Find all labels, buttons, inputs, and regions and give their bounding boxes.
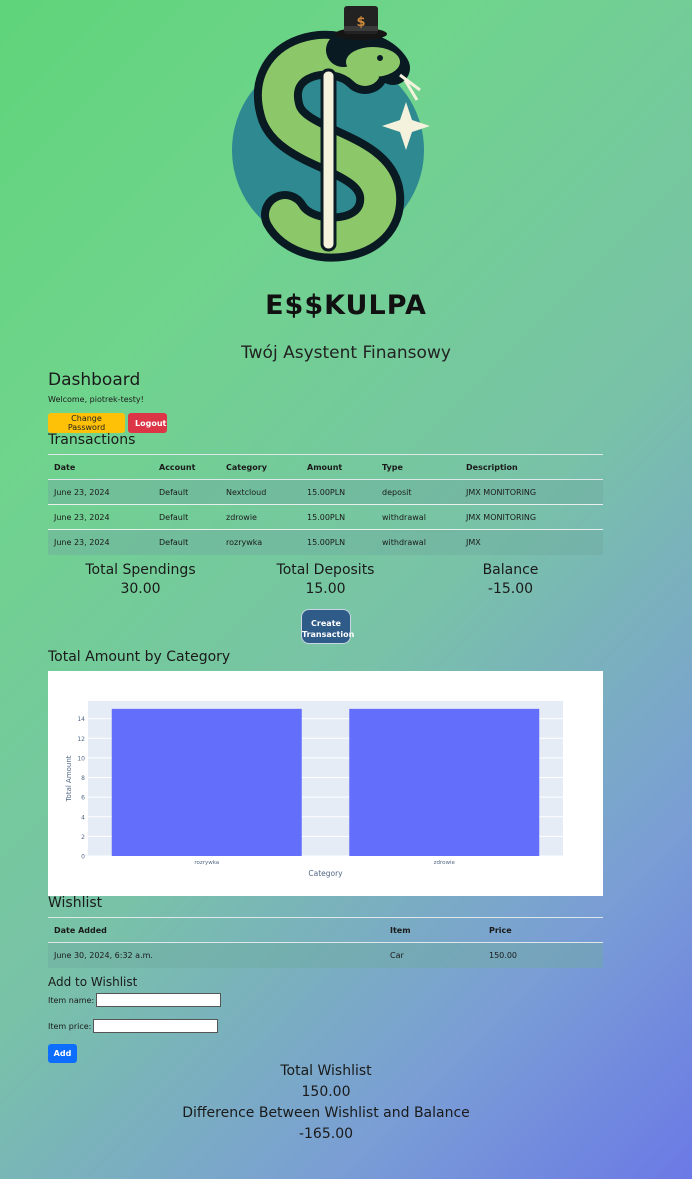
stat-value: 15.00 bbox=[305, 581, 346, 597]
bar-zdrowie bbox=[349, 708, 540, 856]
table-header-row: Date Added Item Price bbox=[48, 917, 603, 943]
transactions-title: Transactions bbox=[48, 432, 136, 448]
table-cell: deposit bbox=[376, 479, 460, 505]
wishlist-table: Date Added Item Price June 30, 2024, 6:3… bbox=[48, 917, 603, 968]
stat-label: Total Spendings bbox=[85, 562, 196, 578]
total-deposits: Total Deposits 15.00 bbox=[233, 561, 418, 599]
y-tick-label: 2 bbox=[81, 834, 85, 841]
svg-text:$: $ bbox=[356, 15, 365, 30]
column-header: Date bbox=[48, 454, 153, 480]
table-cell: 15.00PLN bbox=[301, 479, 376, 505]
difference-label: Difference Between Wishlist and Balance bbox=[182, 1105, 470, 1121]
y-tick-label: 6 bbox=[81, 795, 85, 802]
dashboard-title: Dashboard bbox=[48, 370, 141, 390]
table-cell: June 23, 2024 bbox=[48, 479, 153, 505]
y-tick-label: 10 bbox=[77, 755, 85, 762]
item-name-label: Item name: bbox=[48, 995, 95, 1005]
x-tick-label: rozrywka bbox=[194, 860, 219, 866]
snake-dollar-logo-icon: $ bbox=[232, 6, 430, 262]
total-spendings: Total Spendings 30.00 bbox=[48, 561, 233, 599]
table-cell: Default bbox=[153, 504, 220, 530]
brand-name: E$$KULPA bbox=[265, 290, 427, 321]
table-cell: JMX MONITORING bbox=[460, 479, 603, 505]
column-header: Description bbox=[460, 454, 603, 480]
item-price-row: Item price: bbox=[48, 1019, 603, 1033]
change-password-button[interactable]: Change Password bbox=[48, 413, 125, 433]
stat-label: Balance bbox=[482, 562, 539, 578]
table-cell: Car bbox=[384, 942, 483, 968]
table-cell: zdrowie bbox=[220, 504, 301, 530]
balance: Balance -15.00 bbox=[418, 561, 603, 599]
column-header: Type bbox=[376, 454, 460, 480]
table-row: June 23, 2024 Default rozrywka 15.00PLN … bbox=[48, 529, 603, 555]
y-tick-label: 14 bbox=[77, 716, 85, 723]
stat-value: -15.00 bbox=[487, 581, 534, 597]
stat-value: 30.00 bbox=[120, 581, 161, 597]
create-button-line1: Create bbox=[311, 619, 341, 628]
account-buttons: Change Password Logout bbox=[48, 413, 603, 433]
table-cell: JMX MONITORING bbox=[460, 504, 603, 530]
transactions-table: Date Account Category Amount Type Descri… bbox=[48, 454, 603, 555]
y-tick-label: 0 bbox=[81, 854, 85, 861]
table-cell: JMX bbox=[460, 529, 603, 555]
table-cell: withdrawal bbox=[376, 504, 460, 530]
bar-rozrywka bbox=[111, 708, 302, 856]
table-cell: June 30, 2024, 6:32 a.m. bbox=[48, 942, 384, 968]
bar-chart: 0 2 4 6 8 10 12 14 rozrywka zdrowie Category Total … bbox=[65, 701, 563, 878]
summary-stats: Total Spendings 30.00 Total Deposits 15.… bbox=[48, 561, 603, 599]
item-price-label: Item price: bbox=[48, 1021, 92, 1031]
logo: $ bbox=[0, 0, 692, 285]
table-row: June 30, 2024, 6:32 a.m. Car 150.00 bbox=[48, 942, 603, 968]
y-tick-label: 8 bbox=[81, 775, 85, 782]
table-cell: Nextcloud bbox=[220, 479, 301, 505]
item-name-row: Item name: bbox=[48, 993, 603, 1007]
logout-button[interactable]: Logout bbox=[128, 413, 167, 433]
column-header: Category bbox=[220, 454, 301, 480]
table-cell: 15.00PLN bbox=[301, 529, 376, 555]
item-name-input[interactable] bbox=[96, 993, 222, 1007]
table-cell: Default bbox=[153, 479, 220, 505]
create-transaction-button[interactable]: Create Transaction bbox=[301, 609, 355, 644]
table-cell: 150.00 bbox=[483, 942, 603, 968]
table-header-row: Date Account Category Amount Type Descri… bbox=[48, 454, 603, 480]
difference-value: -165.00 bbox=[298, 1126, 354, 1142]
column-header: Date Added bbox=[48, 917, 384, 943]
stat-label: Total Deposits bbox=[276, 562, 375, 578]
table-cell: rozrywka bbox=[220, 529, 301, 555]
column-header: Account bbox=[153, 454, 220, 480]
x-axis-label: Category bbox=[308, 869, 343, 878]
column-header: Price bbox=[483, 917, 603, 943]
wishlist-totals: Total Wishlist 150.00 Difference Between… bbox=[0, 1061, 652, 1145]
category-chart-title: Total Amount by Category bbox=[48, 649, 231, 665]
total-wishlist-value: 150.00 bbox=[301, 1084, 351, 1100]
create-button-line2: Transaction bbox=[302, 630, 355, 639]
total-wishlist-label: Total Wishlist bbox=[280, 1063, 372, 1079]
table-cell: June 23, 2024 bbox=[48, 504, 153, 530]
table-cell: 15.00PLN bbox=[301, 504, 376, 530]
welcome-text: Welcome, piotrek-testy! bbox=[48, 395, 144, 404]
brand-subtitle: Twój Asystent Finansowy bbox=[241, 343, 451, 363]
y-tick-label: 12 bbox=[77, 736, 85, 743]
x-tick-label: zdrowie bbox=[434, 860, 456, 866]
column-header: Amount bbox=[301, 454, 376, 480]
table-row: June 23, 2024 Default zdrowie 15.00PLN w… bbox=[48, 504, 603, 530]
column-header: Item bbox=[384, 917, 483, 943]
table-cell: June 23, 2024 bbox=[48, 529, 153, 555]
add-wishlist-title: Add to Wishlist bbox=[48, 975, 138, 989]
y-tick-label: 4 bbox=[81, 814, 85, 821]
item-price-input[interactable] bbox=[93, 1019, 219, 1033]
y-axis-label: Total Amount bbox=[65, 755, 73, 802]
table-cell: withdrawal bbox=[376, 529, 460, 555]
category-chart: 0 2 4 6 8 10 12 14 rozrywka zdrowie Category Total … bbox=[48, 671, 603, 896]
table-cell: Default bbox=[153, 529, 220, 555]
wishlist-title: Wishlist bbox=[48, 895, 103, 911]
table-row: June 23, 2024 Default Nextcloud 15.00PLN… bbox=[48, 479, 603, 505]
